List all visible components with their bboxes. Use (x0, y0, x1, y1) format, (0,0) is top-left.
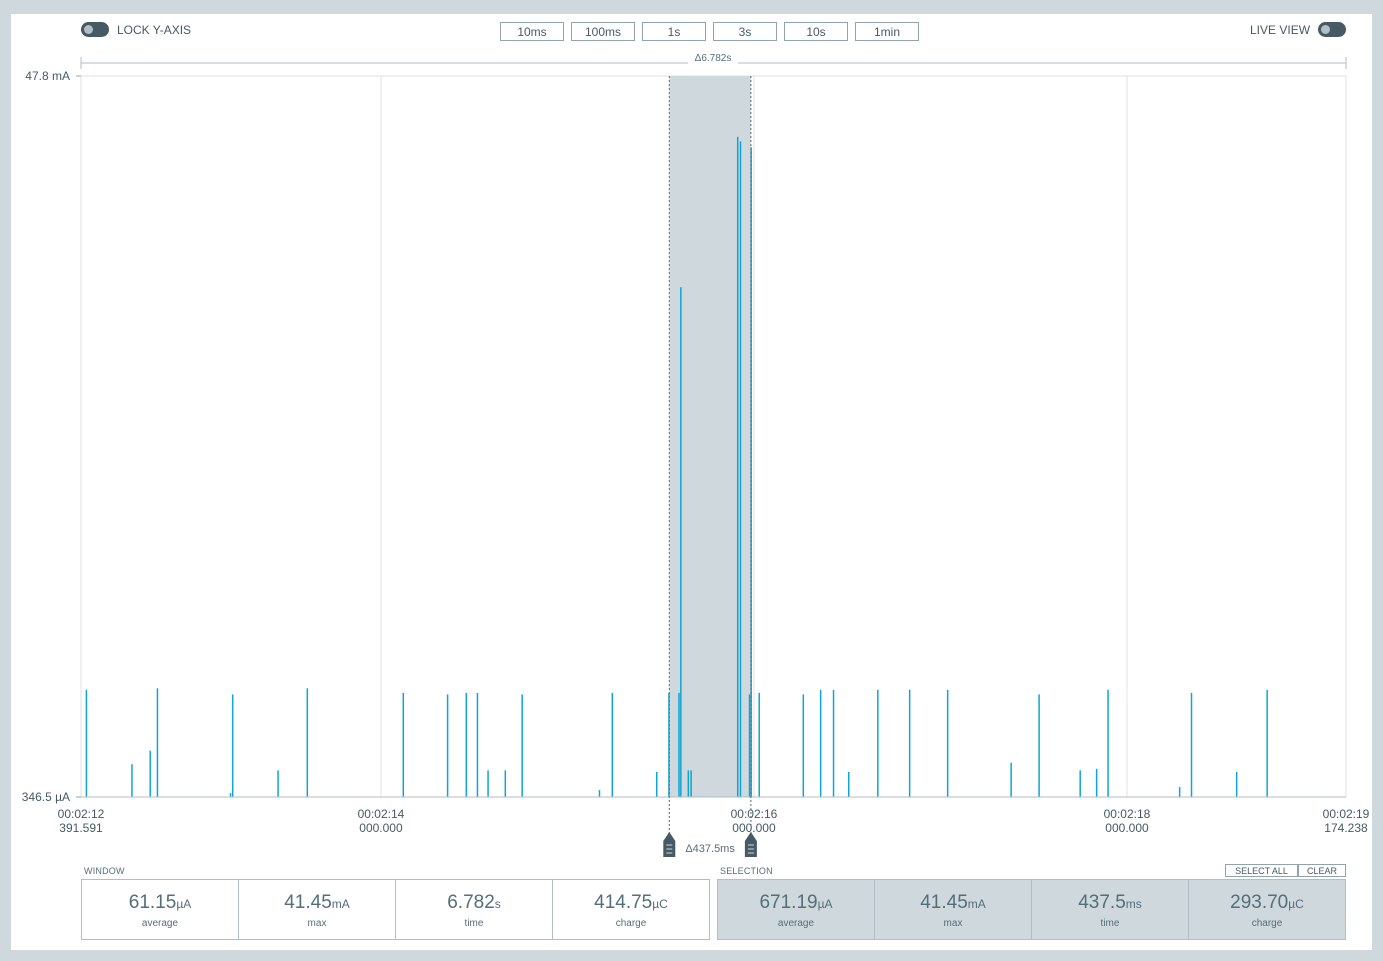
x-tick-label: 174.238 (1324, 821, 1368, 835)
x-tick-label: 000.000 (732, 821, 776, 835)
y-min-label: 346.5 µA (22, 790, 70, 804)
window-average-stat: 61.15µA average (81, 879, 239, 940)
window-charge-stat: 414.75µC charge (552, 879, 710, 940)
stat-label: average (777, 918, 815, 929)
stat-unit: s (494, 897, 501, 911)
stat-label: charge (615, 918, 647, 929)
clear-button[interactable]: CLEAR (1298, 864, 1346, 877)
grid-lines (380, 76, 1128, 797)
stat-value: 41.45 (284, 892, 332, 913)
window-delta-label: Δ6.782s (695, 53, 732, 64)
stat-value: 41.45 (920, 892, 968, 913)
stat-unit: ms (1125, 897, 1142, 911)
cursor-handle-icon[interactable] (744, 832, 757, 857)
x-tick-label: 00:02:12 (58, 807, 105, 821)
selection-max-stat: 41.45mA max (874, 879, 1032, 940)
window-max-stat: 41.45mA max (238, 879, 396, 940)
x-tick-labels: 00:02:12391.59100:02:14000.00000:02:1600… (58, 807, 1370, 835)
window-time-stat: 6.782s time (395, 879, 553, 940)
cursor-handle-icon[interactable] (663, 832, 676, 857)
stat-label: time (464, 918, 484, 929)
x-tick-label: 00:02:19 (1323, 807, 1370, 821)
stat-value: 6.782 (447, 892, 495, 913)
stat-label: max (307, 918, 327, 929)
stat-label: time (1100, 918, 1120, 929)
stat-value: 61.15 (128, 892, 177, 913)
x-tick-label: 00:02:16 (731, 807, 778, 821)
selection-section-title: SELECTION (720, 866, 773, 876)
stat-unit: µC (1288, 897, 1304, 911)
selection-time-stat: 437.5ms time (1031, 879, 1189, 940)
select-all-button[interactable]: SELECT ALL (1225, 864, 1298, 877)
window-section-title: WINDOW (84, 866, 125, 876)
x-tick-label: 000.000 (1105, 821, 1149, 835)
current-chart[interactable]: Δ6.782s 47.8 mA 346.5 µA 00:02:12391.591… (0, 0, 1383, 961)
stat-value: 671.19 (759, 892, 818, 913)
stat-label: average (141, 918, 179, 929)
stat-unit: µA (817, 897, 833, 911)
stat-unit: mA (331, 897, 350, 911)
stat-value: 437.5 (1078, 892, 1126, 913)
y-max-label: 47.8 mA (25, 69, 70, 83)
x-tick-label: 00:02:18 (1104, 807, 1151, 821)
stat-unit: mA (967, 897, 986, 911)
x-tick-label: 000.000 (359, 821, 403, 835)
stat-value: 414.75 (594, 892, 653, 913)
stat-value: 293.70 (1230, 892, 1289, 913)
selection-charge-stat: 293.70µC charge (1188, 879, 1346, 940)
selection-average-stat: 671.19µA average (717, 879, 875, 940)
x-tick-label: 391.591 (59, 821, 103, 835)
stat-label: charge (1251, 918, 1283, 929)
selection-delta-label: Δ437.5ms (685, 843, 735, 855)
stat-unit: µA (176, 897, 192, 911)
x-tick-label: 00:02:14 (358, 807, 405, 821)
window-span-bracket: Δ6.782s (80, 50, 1347, 69)
stat-label: max (943, 918, 963, 929)
stat-unit: µC (652, 897, 668, 911)
